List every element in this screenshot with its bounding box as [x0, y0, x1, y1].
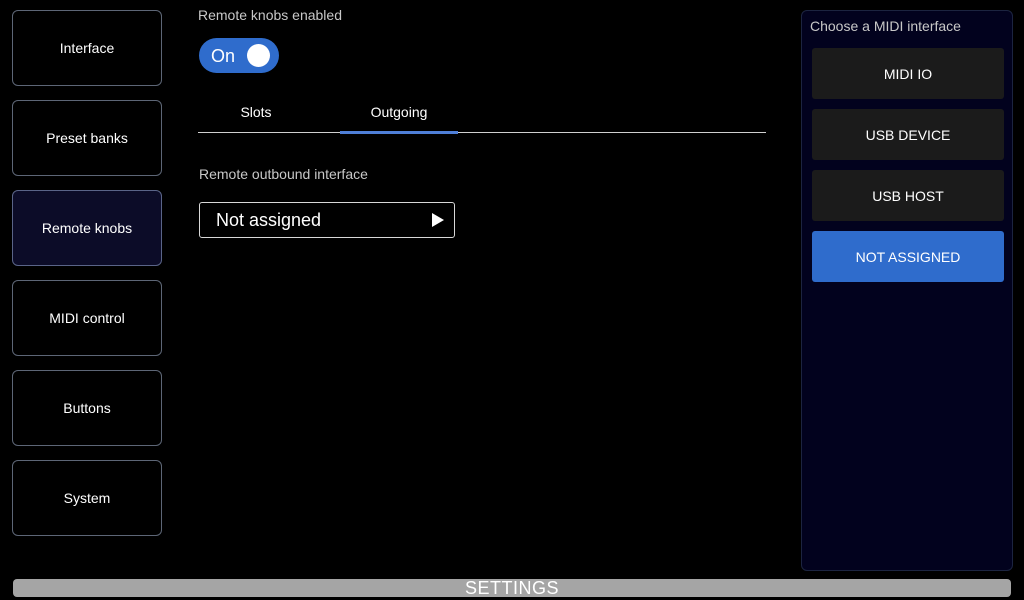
sidebar-item-label: Remote knobs	[41, 220, 133, 236]
remote-knobs-toggle[interactable]: On	[199, 38, 279, 73]
tab-divider	[198, 132, 766, 133]
remote-knobs-toggle-label: Remote knobs enabled	[198, 7, 342, 23]
option-not-assigned[interactable]: NOT ASSIGNED	[812, 231, 1004, 282]
sidebar-item-buttons[interactable]: Buttons	[12, 370, 162, 446]
sidebar-item-label: System	[63, 490, 111, 506]
option-label: USB DEVICE	[865, 126, 951, 143]
tab-label: Slots	[240, 104, 272, 120]
option-label: NOT ASSIGNED	[855, 248, 961, 265]
tab-outgoing[interactable]: Outgoing	[340, 92, 458, 132]
toggle-knob	[247, 44, 270, 67]
sidebar-item-label: Buttons	[63, 400, 111, 416]
sidebar-item-label: Interface	[59, 40, 115, 56]
active-tab-indicator	[340, 131, 458, 134]
option-usb-device[interactable]: USB DEVICE	[812, 109, 1004, 160]
tab-slots[interactable]: Slots	[198, 92, 314, 132]
settings-footer-bar: SETTINGS	[13, 577, 1011, 598]
toggle-state-text: On	[211, 46, 236, 66]
option-midi-io[interactable]: MIDI IO	[812, 48, 1004, 99]
sidebar-item-preset-banks[interactable]: Preset banks	[12, 100, 162, 176]
play-arrow-icon	[432, 213, 444, 227]
footer-title: SETTINGS	[464, 577, 559, 598]
sidebar-item-remote-knobs[interactable]: Remote knobs	[12, 190, 162, 266]
option-label: USB HOST	[872, 187, 944, 204]
sidebar-item-interface[interactable]: Interface	[12, 10, 162, 86]
option-usb-host[interactable]: USB HOST	[812, 170, 1004, 221]
midi-interface-panel: Choose a MIDI interface MIDI IO USB DEVI…	[801, 10, 1013, 571]
panel-title: Choose a MIDI interface	[810, 18, 961, 34]
tab-label: Outgoing	[370, 104, 428, 120]
option-label: MIDI IO	[883, 65, 933, 82]
outbound-interface-label: Remote outbound interface	[199, 166, 368, 182]
outbound-interface-select[interactable]: Not assigned	[199, 202, 455, 238]
sidebar-item-system[interactable]: System	[12, 460, 162, 536]
sidebar-item-label: Preset banks	[46, 130, 128, 146]
sidebar-item-label: MIDI control	[49, 310, 125, 326]
sidebar-item-midi-control[interactable]: MIDI control	[12, 280, 162, 356]
outbound-interface-value: Not assigned	[216, 210, 322, 230]
